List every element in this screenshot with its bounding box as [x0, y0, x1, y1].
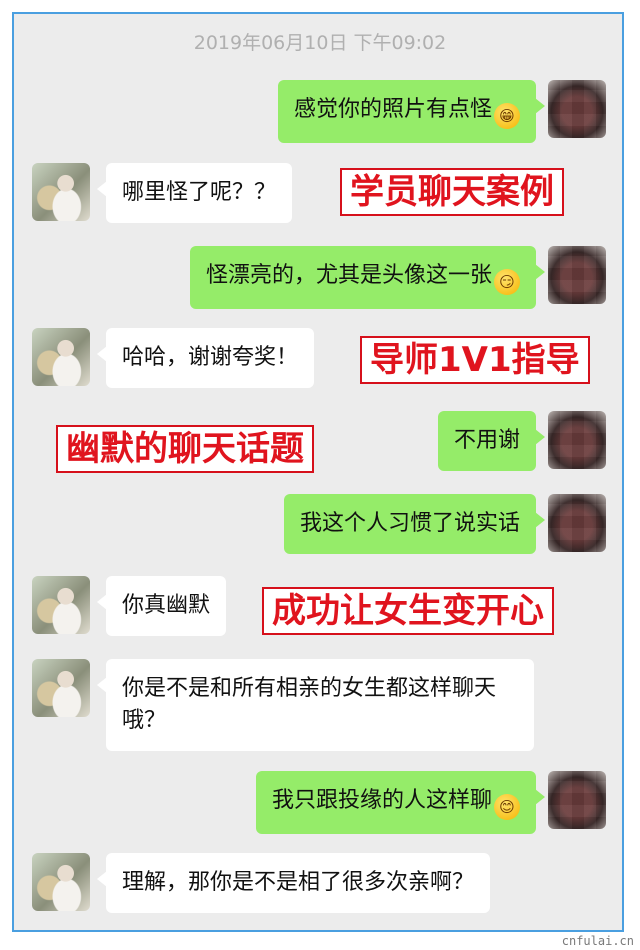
message-text: 怪漂亮的，尤其是头像这一张 — [205, 263, 492, 288]
message-text: 我这个人习惯了说实话 — [299, 511, 520, 536]
my-avatar[interactable] — [548, 771, 606, 829]
my-avatar[interactable] — [548, 80, 606, 138]
message-text: 哈哈，谢谢夸奖！ — [122, 345, 299, 370]
contact-avatar[interactable] — [32, 576, 90, 634]
chat-timestamp: 2019年06月10日 下午09:02 — [193, 32, 447, 54]
message-text: 哪里怪了呢？？ — [122, 180, 277, 205]
message-bubble-sent[interactable]: 我这个人习惯了说实话 — [283, 494, 546, 554]
message-bubble-sent[interactable]: 不用谢 — [437, 411, 546, 471]
my-avatar[interactable] — [548, 494, 606, 552]
message-bubble-sent[interactable]: 我只跟投缘的人这样聊 😊 — [255, 771, 546, 834]
site-watermark: cnfulai.cn — [561, 934, 634, 948]
message-bubble-received[interactable]: 理解，那你是不是相了很多次亲啊？ — [96, 853, 491, 913]
contact-avatar[interactable] — [32, 659, 90, 717]
message-bubble-sent[interactable]: 怪漂亮的，尤其是头像这一张 😏 — [189, 246, 546, 309]
overlay-label-success: 成功让女生变开心 — [262, 587, 554, 635]
overlay-label-humor-topic: 幽默的聊天话题 — [56, 425, 314, 473]
message-text: 你真幽默 — [122, 593, 211, 618]
message-text: 感觉你的照片有点怪 — [293, 97, 492, 122]
message-bubble-received[interactable]: 哪里怪了呢？？ — [96, 163, 293, 223]
message-text: 理解，那你是不是相了很多次亲啊？ — [122, 870, 475, 895]
message-bubble-received[interactable]: 你真幽默 — [96, 576, 227, 636]
smile-emoji-icon: 😊 — [494, 794, 520, 820]
overlay-label-case-study: 学员聊天案例 — [340, 168, 564, 216]
grin-emoji-icon: 😁 — [494, 103, 520, 129]
overlay-label-mentor-guidance: 导师1V1指导 — [360, 336, 590, 384]
message-text: 你是不是和所有相亲的女生都这样聊天哦？ — [122, 676, 497, 733]
message-bubble-sent[interactable]: 感觉你的照片有点怪 😁 — [277, 80, 546, 143]
contact-avatar[interactable] — [32, 328, 90, 386]
smirk-emoji-icon: 😏 — [494, 269, 520, 295]
contact-avatar[interactable] — [32, 853, 90, 911]
message-text: 我只跟投缘的人这样聊 — [271, 788, 492, 813]
message-text: 不用谢 — [453, 428, 520, 453]
message-bubble-received[interactable]: 哈哈，谢谢夸奖！ — [96, 328, 315, 388]
my-avatar[interactable] — [548, 411, 606, 469]
contact-avatar[interactable] — [32, 163, 90, 221]
message-bubble-received[interactable]: 你是不是和所有相亲的女生都这样聊天哦？ — [97, 659, 534, 751]
my-avatar[interactable] — [548, 246, 606, 304]
